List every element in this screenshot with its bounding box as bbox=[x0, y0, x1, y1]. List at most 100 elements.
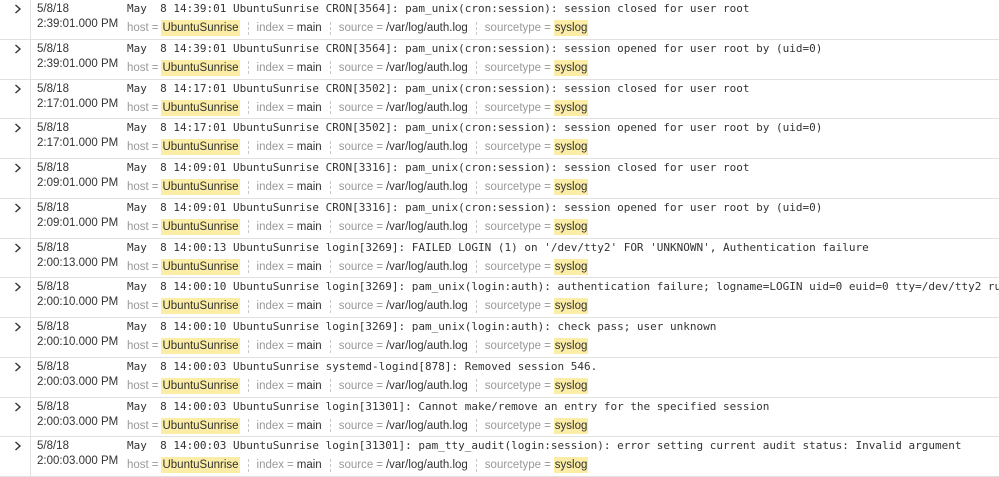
field-index[interactable]: index = main bbox=[257, 219, 322, 235]
field-sourcetype[interactable]: sourcetype = syslog bbox=[485, 258, 589, 275]
field-value[interactable]: UbuntuSunrise bbox=[161, 99, 240, 116]
field-index[interactable]: index = main bbox=[257, 20, 322, 36]
field-value[interactable]: main bbox=[297, 20, 322, 36]
expand-event-button[interactable] bbox=[0, 159, 31, 198]
event-raw-text[interactable]: May 8 14:00:03 UbuntuSunrise systemd-log… bbox=[127, 358, 999, 374]
event-raw-text[interactable]: May 8 14:00:13 UbuntuSunrise login[3269]… bbox=[127, 239, 999, 255]
field-host[interactable]: host = UbuntuSunrise bbox=[127, 417, 240, 434]
field-index[interactable]: index = main bbox=[257, 457, 322, 473]
field-source[interactable]: source =/var/log/auth.log bbox=[339, 179, 468, 195]
field-value[interactable]: UbuntuSunrise bbox=[161, 179, 240, 195]
field-value[interactable]: UbuntuSunrise bbox=[161, 417, 240, 434]
field-value[interactable]: syslog bbox=[553, 20, 589, 36]
field-value[interactable]: /var/log/auth.log bbox=[386, 219, 468, 235]
field-value[interactable]: main bbox=[297, 298, 322, 314]
field-host[interactable]: host = UbuntuSunrise bbox=[127, 20, 240, 36]
field-host[interactable]: host = UbuntuSunrise bbox=[127, 298, 240, 315]
field-host[interactable]: host = UbuntuSunrise bbox=[127, 218, 240, 235]
field-value[interactable]: syslog bbox=[553, 417, 589, 434]
field-host[interactable]: host = UbuntuSunrise bbox=[127, 457, 240, 474]
field-index[interactable]: index = main bbox=[257, 139, 322, 155]
field-value[interactable]: UbuntuSunrise bbox=[161, 139, 240, 156]
field-sourcetype[interactable]: sourcetype = syslog bbox=[485, 298, 589, 315]
expand-event-button[interactable] bbox=[0, 198, 31, 238]
field-value[interactable]: /var/log/auth.log bbox=[386, 60, 468, 76]
field-host[interactable]: host = UbuntuSunrise bbox=[127, 377, 240, 394]
field-host[interactable]: host = UbuntuSunrise bbox=[127, 139, 240, 156]
field-sourcetype[interactable]: sourcetype = syslog bbox=[485, 218, 589, 235]
field-host[interactable]: host = UbuntuSunrise bbox=[127, 258, 240, 275]
field-value[interactable]: syslog bbox=[553, 99, 589, 116]
field-sourcetype[interactable]: sourcetype = syslog bbox=[485, 377, 589, 394]
field-source[interactable]: source =/var/log/auth.log bbox=[339, 418, 468, 434]
field-source[interactable]: source =/var/log/auth.log bbox=[339, 139, 468, 155]
expand-event-button[interactable] bbox=[0, 39, 31, 79]
field-value[interactable]: syslog bbox=[553, 338, 589, 354]
field-value[interactable]: syslog bbox=[553, 457, 589, 474]
field-value[interactable]: main bbox=[297, 139, 322, 155]
field-index[interactable]: index = main bbox=[257, 259, 322, 275]
event-raw-text[interactable]: May 8 14:39:01 UbuntuSunrise CRON[3564]:… bbox=[127, 40, 999, 56]
field-value[interactable]: /var/log/auth.log bbox=[386, 457, 468, 473]
event-raw-text[interactable]: May 8 14:00:10 UbuntuSunrise login[3269]… bbox=[127, 278, 999, 294]
field-value[interactable]: /var/log/auth.log bbox=[386, 20, 468, 36]
field-value[interactable]: UbuntuSunrise bbox=[161, 59, 240, 76]
field-value[interactable]: /var/log/auth.log bbox=[386, 378, 468, 394]
expand-event-button[interactable] bbox=[0, 119, 31, 158]
field-value[interactable]: syslog bbox=[553, 218, 589, 235]
field-sourcetype[interactable]: sourcetype = syslog bbox=[485, 338, 589, 354]
field-value[interactable]: UbuntuSunrise bbox=[161, 20, 240, 36]
field-source[interactable]: source =/var/log/auth.log bbox=[339, 338, 468, 354]
field-index[interactable]: index = main bbox=[257, 100, 322, 116]
field-value[interactable]: main bbox=[297, 418, 322, 434]
field-value[interactable]: syslog bbox=[553, 59, 589, 76]
field-value[interactable]: UbuntuSunrise bbox=[161, 218, 240, 235]
field-sourcetype[interactable]: sourcetype = syslog bbox=[485, 59, 589, 76]
field-source[interactable]: source =/var/log/auth.log bbox=[339, 100, 468, 116]
field-value[interactable]: UbuntuSunrise bbox=[161, 457, 240, 474]
field-sourcetype[interactable]: sourcetype = syslog bbox=[485, 99, 589, 116]
field-source[interactable]: source =/var/log/auth.log bbox=[339, 378, 468, 394]
field-value[interactable]: main bbox=[297, 378, 322, 394]
field-value[interactable]: main bbox=[297, 338, 322, 354]
expand-event-button[interactable] bbox=[0, 0, 31, 39]
event-raw-text[interactable]: May 8 14:09:01 UbuntuSunrise CRON[3316]:… bbox=[127, 159, 999, 175]
field-sourcetype[interactable]: sourcetype = syslog bbox=[485, 20, 589, 36]
field-value[interactable]: syslog bbox=[553, 179, 589, 195]
field-value[interactable]: UbuntuSunrise bbox=[161, 338, 240, 354]
event-raw-text[interactable]: May 8 14:17:01 UbuntuSunrise CRON[3502]:… bbox=[127, 80, 999, 96]
field-value[interactable]: main bbox=[297, 60, 322, 76]
field-index[interactable]: index = main bbox=[257, 60, 322, 76]
field-value[interactable]: main bbox=[297, 100, 322, 116]
field-value[interactable]: UbuntuSunrise bbox=[161, 258, 240, 275]
field-source[interactable]: source =/var/log/auth.log bbox=[339, 298, 468, 314]
field-sourcetype[interactable]: sourcetype = syslog bbox=[485, 179, 589, 195]
field-host[interactable]: host = UbuntuSunrise bbox=[127, 338, 240, 354]
field-source[interactable]: source =/var/log/auth.log bbox=[339, 219, 468, 235]
field-value[interactable]: main bbox=[297, 259, 322, 275]
event-raw-text[interactable]: May 8 14:17:01 UbuntuSunrise CRON[3502]:… bbox=[127, 119, 999, 135]
field-source[interactable]: source =/var/log/auth.log bbox=[339, 20, 468, 36]
field-value[interactable]: syslog bbox=[553, 377, 589, 394]
event-raw-text[interactable]: May 8 14:00:03 UbuntuSunrise login[31301… bbox=[127, 398, 999, 414]
field-value[interactable]: /var/log/auth.log bbox=[386, 259, 468, 275]
expand-event-button[interactable] bbox=[0, 397, 31, 437]
event-raw-text[interactable]: May 8 14:00:10 UbuntuSunrise login[3269]… bbox=[127, 318, 999, 334]
field-value[interactable]: main bbox=[297, 457, 322, 473]
field-index[interactable]: index = main bbox=[257, 338, 322, 354]
field-host[interactable]: host = UbuntuSunrise bbox=[127, 59, 240, 76]
expand-event-button[interactable] bbox=[0, 238, 31, 278]
event-raw-text[interactable]: May 8 14:39:01 UbuntuSunrise CRON[3564]:… bbox=[127, 0, 999, 16]
field-value[interactable]: UbuntuSunrise bbox=[161, 298, 240, 315]
expand-event-button[interactable] bbox=[0, 357, 31, 397]
field-value[interactable]: /var/log/auth.log bbox=[386, 418, 468, 434]
field-index[interactable]: index = main bbox=[257, 378, 322, 394]
field-value[interactable]: main bbox=[297, 219, 322, 235]
expand-event-button[interactable] bbox=[0, 79, 31, 119]
expand-event-button[interactable] bbox=[0, 278, 31, 317]
field-value[interactable]: UbuntuSunrise bbox=[161, 377, 240, 394]
expand-event-button[interactable] bbox=[0, 318, 31, 357]
field-value[interactable]: /var/log/auth.log bbox=[386, 179, 468, 195]
field-host[interactable]: host = UbuntuSunrise bbox=[127, 179, 240, 195]
field-value[interactable]: /var/log/auth.log bbox=[386, 338, 468, 354]
